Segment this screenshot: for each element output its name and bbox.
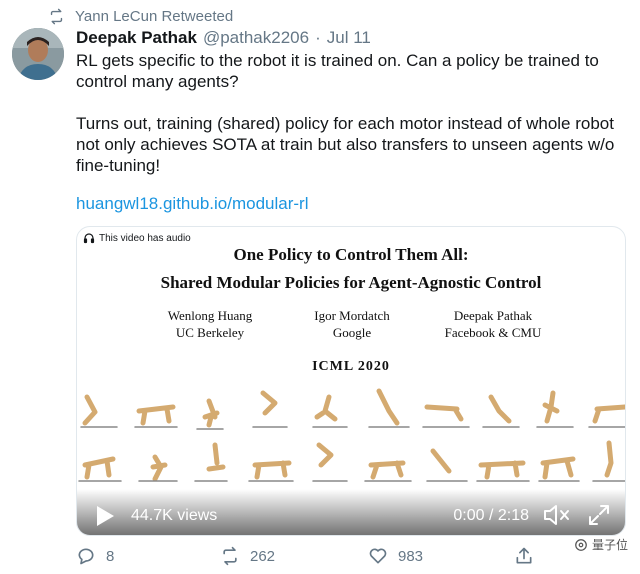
robot-row-1 xyxy=(82,388,625,428)
tweet-link[interactable]: huangwl18.github.io/modular-rl xyxy=(76,194,308,214)
author-affiliation: Google xyxy=(332,325,372,340)
reply-count: 8 xyxy=(106,547,115,565)
watermark-logo-icon xyxy=(575,538,587,551)
author-block: Wenlong Huang UC Berkeley xyxy=(130,307,290,341)
watermark-text: 量子位 xyxy=(591,538,628,552)
retweeted-by-label: Yann LeCun Retweeted xyxy=(75,7,234,25)
share-icon xyxy=(516,547,532,564)
robot-row-2 xyxy=(82,440,614,482)
author-affiliation: UC Berkeley xyxy=(175,325,245,340)
author-name: Deepak Pathak xyxy=(453,308,533,323)
share-button[interactable] xyxy=(514,546,534,566)
play-icon[interactable] xyxy=(95,505,115,527)
avatar[interactable] xyxy=(12,28,64,80)
user-handle[interactable]: @pathak2206 xyxy=(203,28,309,48)
separator-dot: · xyxy=(315,28,321,47)
audio-badge: This video has audio xyxy=(83,232,191,244)
retweet-button[interactable]: 262 xyxy=(220,546,275,566)
tweet-date[interactable]: Jul 11 xyxy=(327,28,371,48)
retweet-count: 262 xyxy=(250,547,276,565)
like-button[interactable]: 983 xyxy=(368,546,423,566)
video-player[interactable]: This video has audio One Policy to Contr… xyxy=(76,226,626,536)
author-name: Igor Mordatch xyxy=(314,308,390,323)
video-controls: 44.7K views 0:00 / 2:18 xyxy=(77,489,625,535)
author-block: Deepak Pathak Facebook & CMU xyxy=(413,307,573,341)
slide-title: One Policy to Control Them All: xyxy=(233,245,469,264)
tweet-actions: 8 262 983 xyxy=(76,546,626,570)
author-block: Igor Mordatch Google xyxy=(272,307,432,341)
tweet-text: RL gets specific to the robot it is trai… xyxy=(76,51,615,175)
like-icon xyxy=(369,548,387,564)
author-affiliation: Facebook & CMU xyxy=(444,325,542,340)
video-time: 0:00 / 2:18 xyxy=(453,507,529,524)
reply-button[interactable]: 8 xyxy=(76,546,114,566)
audio-notice: This video has audio xyxy=(99,232,191,244)
volume-icon[interactable] xyxy=(543,503,571,527)
venue-label: ICML 2020 xyxy=(312,359,390,374)
watermark: 量子位 xyxy=(574,536,628,553)
display-name[interactable]: Deepak Pathak xyxy=(76,28,197,48)
author-name: Wenlong Huang xyxy=(167,308,253,323)
retweet-context[interactable]: Yann LeCun Retweeted xyxy=(48,6,233,26)
retweet-icon xyxy=(50,8,63,24)
reply-icon xyxy=(78,548,94,565)
like-count: 983 xyxy=(398,547,424,565)
slide-subtitle: Shared Modular Policies for Agent-Agnost… xyxy=(160,273,542,292)
fullscreen-icon[interactable] xyxy=(587,503,611,527)
avatar-image xyxy=(12,28,64,80)
headphones-icon xyxy=(83,233,95,244)
tweet-header: Deepak Pathak @pathak2206 · Jul 11 xyxy=(76,28,371,48)
retweet-icon xyxy=(223,546,237,566)
view-count: 44.7K views xyxy=(131,507,218,524)
